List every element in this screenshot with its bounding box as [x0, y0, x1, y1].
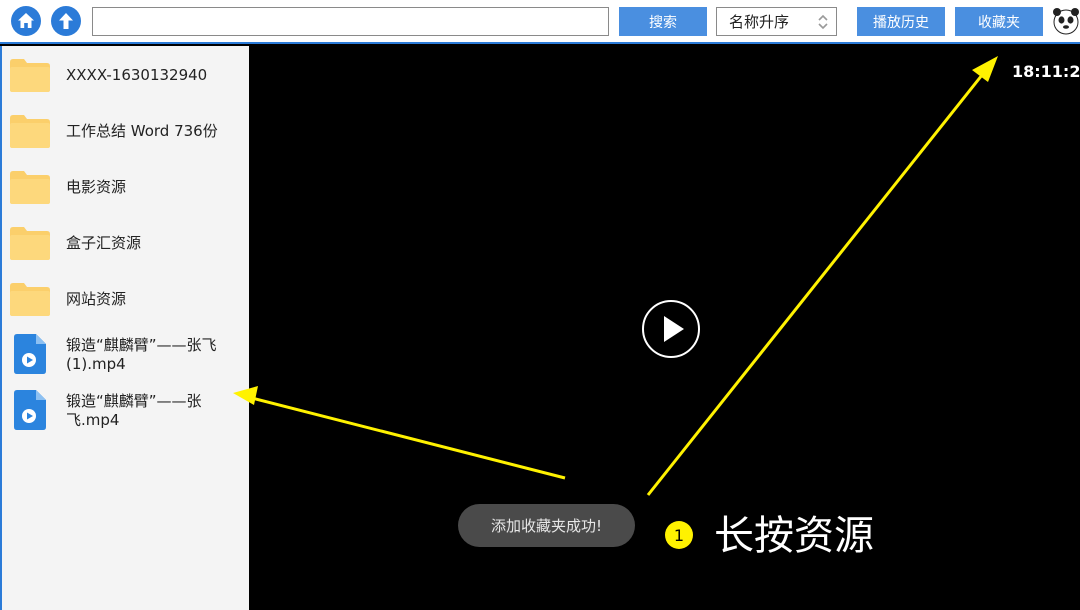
list-item-video-2[interactable]: 锻造“麒麟臂”——张飞.mp4: [2, 389, 249, 433]
sort-select[interactable]: 名称升序: [716, 7, 837, 36]
list-item-folder-3[interactable]: 电影资源: [2, 168, 249, 206]
arrow-up-icon: [59, 13, 73, 29]
step-badge: 1: [665, 521, 693, 549]
file-label: XXXX-1630132940: [66, 66, 208, 84]
clock: 18:11:21: [1012, 62, 1080, 81]
file-label: 工作总结 Word 736份: [66, 122, 218, 140]
home-button[interactable]: [11, 6, 41, 36]
file-list: XXXX-1630132940 工作总结 Word 736份 电影资源 盒子汇资…: [0, 46, 249, 610]
list-item-folder-5[interactable]: 网站资源: [2, 280, 249, 318]
file-label: 网站资源: [66, 290, 127, 308]
folder-icon: [10, 171, 50, 204]
search-input[interactable]: [92, 7, 609, 36]
list-item-folder-1[interactable]: XXXX-1630132940: [2, 56, 249, 94]
video-file-icon: [14, 334, 46, 374]
file-label: 电影资源: [66, 178, 127, 196]
list-item-video-1[interactable]: 锻造“麒麟臂”——张飞(1).mp4: [2, 333, 249, 377]
video-file-icon: [14, 390, 46, 430]
toast-message: 添加收藏夹成功!: [458, 504, 635, 547]
home-icon: [18, 13, 34, 28]
search-button[interactable]: 搜索: [619, 7, 707, 36]
folder-icon: [10, 283, 50, 316]
file-label: 盒子汇资源: [66, 234, 142, 252]
up-directory-button[interactable]: [51, 6, 81, 36]
folder-icon: [10, 227, 50, 260]
file-label: 锻造“麒麟臂”——张飞.mp4: [66, 392, 202, 429]
folder-icon: [10, 59, 50, 92]
play-icon[interactable]: [641, 299, 701, 359]
sort-value: 名称升序: [729, 13, 790, 31]
toolbar: 搜索 名称升序 播放历史 收藏夹: [0, 0, 1080, 44]
panda-avatar-icon[interactable]: [1051, 6, 1080, 36]
folder-icon: [10, 115, 50, 148]
file-label: 锻造“麒麟臂”——张飞(1).mp4: [66, 336, 217, 373]
step-instruction: 长按资源: [714, 513, 874, 559]
updown-chevron-icon: [818, 14, 828, 30]
list-item-folder-2[interactable]: 工作总结 Word 736份: [2, 112, 249, 150]
play-history-button[interactable]: 播放历史: [857, 7, 945, 36]
favorites-button[interactable]: 收藏夹: [955, 7, 1043, 36]
list-item-folder-4[interactable]: 盒子汇资源: [2, 224, 249, 262]
